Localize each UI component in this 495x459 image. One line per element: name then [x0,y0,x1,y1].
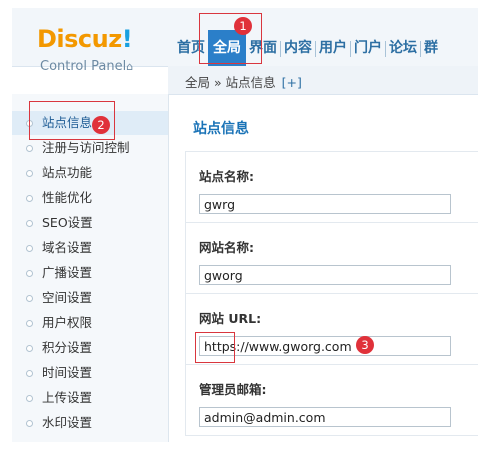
sidebar: 站点信息 注册与访问控制 站点功能 性能优化 SEO设置 域名设置 广播设置 空… [12,94,169,442]
website-url-input[interactable] [199,336,451,356]
nav-forum[interactable]: 论坛 [386,30,420,66]
sidebar-item-time[interactable]: 时间设置 [12,361,168,385]
bullet-icon [26,220,33,227]
sidebar-item-label: SEO设置 [42,215,93,230]
sidebar-item-watermark[interactable]: 水印设置 [12,411,168,435]
field-admin-email: 管理员邮箱: [186,365,478,436]
discuz-logo: Discuz! [37,25,133,53]
sidebar-item-label: 时间设置 [42,365,93,380]
nav-groups[interactable]: 群 [421,30,441,66]
sidebar-item-space[interactable]: 空间设置 [12,286,168,310]
bullet-icon [26,245,33,252]
field-website-url: 网站 URL: [186,294,478,365]
field-label: 站点名称: [199,169,254,184]
sidebar-item-site-info[interactable]: 站点信息 [12,111,168,135]
logo-brand: Discuz [37,25,122,53]
breadcrumb: 全局 » 站点信息 [+] [185,72,302,91]
page-title: 站点信息 [193,121,249,137]
logo-bang: ! [121,25,133,53]
admin-frame: Discuz! 首页 全局 界面 内容 用户 门户 论坛 群 Control P… [12,8,478,442]
bullet-icon [26,295,33,302]
home-icon: ⌂ [126,60,134,73]
sidebar-item-label: 广播设置 [42,265,93,280]
bullet-icon [26,270,33,277]
nav-users[interactable]: 用户 [316,30,350,66]
field-label: 管理员邮箱: [199,382,267,397]
bullet-icon [26,345,33,352]
sidebar-item-label: 用户权限 [42,315,93,330]
main-content: 站点信息 站点名称: 网站名称: 网站 URL: 管理员邮箱: [169,95,478,442]
nav-content[interactable]: 内容 [281,30,315,66]
sidebar-item-site-features[interactable]: 站点功能 [12,161,168,185]
annotation-badge-3: 3 [356,336,374,354]
sidebar-item-performance[interactable]: 性能优化 [12,186,168,210]
sidebar-item-label: 积分设置 [42,340,93,355]
nav-interface[interactable]: 界面 [246,30,280,66]
sidebar-item-seo[interactable]: SEO设置 [12,211,168,235]
sidebar-item-label: 上传设置 [42,390,93,405]
sidebar-item-domain[interactable]: 域名设置 [12,236,168,260]
sidebar-item-label: 性能优化 [42,190,93,205]
field-website-name: 网站名称: [186,223,478,294]
sidebar-item-label: 水印设置 [42,415,93,430]
sidebar-item-label: 站点信息 [42,115,93,130]
bullet-icon [26,195,33,202]
bullet-icon [26,420,33,427]
nav-global[interactable]: 全局 [208,30,246,66]
field-label: 网站名称: [199,240,254,255]
sidebar-item-label: 空间设置 [42,290,93,305]
sidebar-item-broadcast[interactable]: 广播设置 [12,261,168,285]
bullet-icon [26,170,33,177]
control-panel-text: Control Panel [40,59,127,74]
bullet-icon [26,145,33,152]
bullet-icon [26,395,33,402]
top-nav: 首页 全局 界面 内容 用户 门户 论坛 群 [174,30,441,66]
sidebar-item-label: 注册与访问控制 [42,140,130,155]
sidebar-item-user-permissions[interactable]: 用户权限 [12,311,168,335]
field-site-name: 站点名称: [186,152,478,223]
breadcrumb-path: 全局 » 站点信息 [185,75,276,90]
sidebar-item-label: 站点功能 [42,165,93,180]
field-label: 网站 URL: [199,311,262,326]
breadcrumb-toggle[interactable]: [+] [282,75,302,90]
sidebar-item-registration[interactable]: 注册与访问控制 [12,136,168,160]
annotation-badge-2: 2 [92,116,110,134]
admin-email-input[interactable] [199,407,451,427]
sidebar-item-credits[interactable]: 积分设置 [12,336,168,360]
settings-form: 站点名称: 网站名称: 网站 URL: 管理员邮箱: [185,151,478,436]
bullet-icon [26,120,33,127]
bullet-icon [26,370,33,377]
nav-portal[interactable]: 门户 [351,30,385,66]
annotation-badge-1: 1 [234,17,252,35]
sidebar-item-upload[interactable]: 上传设置 [12,386,168,410]
control-panel-label: Control Panel⌂ [40,59,133,74]
website-name-input[interactable] [199,265,451,285]
bullet-icon [26,320,33,327]
site-name-input[interactable] [199,194,451,214]
nav-home[interactable]: 首页 [174,30,208,66]
breadcrumb-bar: 全局 » 站点信息 [+] [168,66,478,95]
sidebar-item-label: 域名设置 [42,240,93,255]
